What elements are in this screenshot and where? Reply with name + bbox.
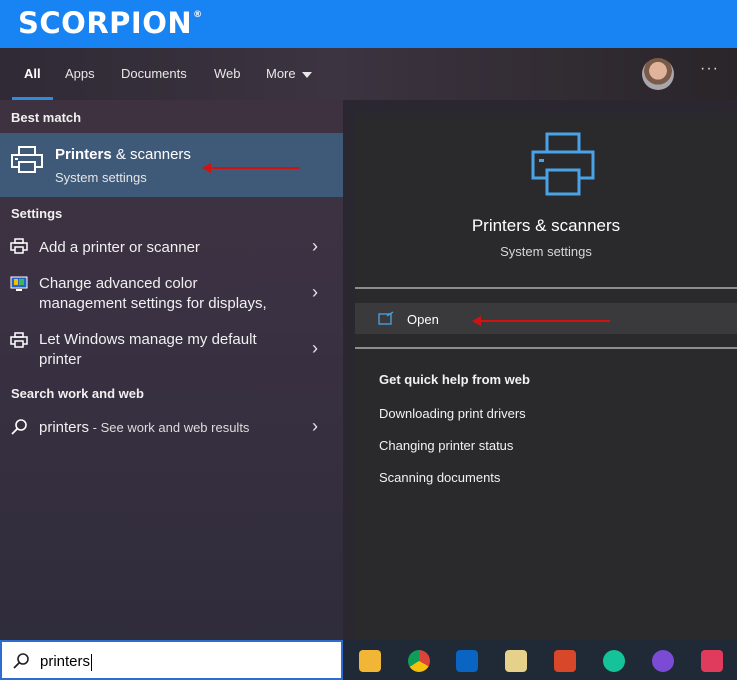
help-link-scanning[interactable]: Scanning documents <box>379 470 500 485</box>
display-color-icon <box>10 276 28 291</box>
file-explorer-icon[interactable] <box>359 650 381 672</box>
best-match-printers-scanners[interactable]: Printers & scanners System settings <box>0 133 343 197</box>
help-link-drivers[interactable]: Downloading print drivers <box>379 406 526 421</box>
taskbar <box>343 640 737 680</box>
search-web-header: Search work and web <box>11 386 144 401</box>
help-link-status[interactable]: Changing printer status <box>379 438 513 453</box>
open-button[interactable]: Open <box>355 303 737 334</box>
chevron-right-icon: › <box>312 236 318 256</box>
setting-label: Add a printer or scanner <box>39 239 200 256</box>
settings-header: Settings <box>11 206 63 221</box>
printer-icon <box>531 132 595 196</box>
creative-cloud-icon[interactable] <box>701 650 723 672</box>
printer-icon <box>10 238 28 254</box>
search-box[interactable]: printers <box>0 640 343 680</box>
divider <box>355 347 737 349</box>
quick-help-header: Get quick help from web <box>379 372 530 387</box>
search-input: printers <box>40 653 93 671</box>
preview-subtitle: System settings <box>500 244 592 259</box>
tab-documents[interactable]: Documents <box>121 48 187 100</box>
tab-more[interactable]: More <box>266 48 312 100</box>
grammarly-icon[interactable] <box>603 650 625 672</box>
best-match-header: Best match <box>11 110 82 125</box>
chevron-down-icon <box>301 71 312 78</box>
ellipsis-icon[interactable]: ··· <box>700 60 719 78</box>
open-label: Open <box>407 312 439 327</box>
outlook-icon[interactable] <box>456 650 478 672</box>
preview-title: Printers & scanners <box>471 216 621 235</box>
setting-label-line2: printer <box>39 351 82 368</box>
best-match-title: Printers & scanners <box>55 146 191 163</box>
chevron-right-icon: › <box>312 282 318 302</box>
setting-label-line2: management settings for displays, <box>39 295 267 312</box>
setting-color-management[interactable]: Change advanced color management setting… <box>0 272 343 316</box>
notepad-icon[interactable] <box>505 650 527 672</box>
setting-label-line1: Change advanced color <box>39 275 198 292</box>
search-tabs-bar: All Apps Documents Web More <box>0 48 737 100</box>
chevron-right-icon: › <box>312 338 318 358</box>
picsart-icon[interactable] <box>652 650 674 672</box>
web-result-printers[interactable]: printers - See work and web results › <box>0 412 343 444</box>
tab-all[interactable]: All <box>12 48 52 100</box>
setting-label-line1: Let Windows manage my default <box>39 331 257 348</box>
annotation-arrow <box>472 316 610 326</box>
search-icon <box>13 653 29 669</box>
scorpion-logo: SCORPION® <box>18 6 203 40</box>
setting-add-printer[interactable]: Add a printer or scanner › <box>0 232 343 264</box>
divider <box>355 287 737 289</box>
user-avatar[interactable] <box>642 58 674 90</box>
snipping-tool-icon[interactable] <box>554 650 576 672</box>
tab-apps[interactable]: Apps <box>65 48 95 100</box>
printer-icon <box>11 146 43 173</box>
tab-web[interactable]: Web <box>214 48 241 100</box>
chrome-icon[interactable] <box>408 650 430 672</box>
annotation-arrow <box>202 163 300 173</box>
chevron-right-icon: › <box>312 416 318 436</box>
brand-banner: SCORPION® <box>0 0 737 48</box>
printer-icon <box>10 332 28 348</box>
open-icon <box>378 311 394 325</box>
setting-default-printer[interactable]: Let Windows manage my default printer › <box>0 328 343 372</box>
web-result-label: printers - See work and web results <box>39 419 250 436</box>
best-match-subtitle: System settings <box>55 170 147 185</box>
search-icon <box>11 419 27 435</box>
